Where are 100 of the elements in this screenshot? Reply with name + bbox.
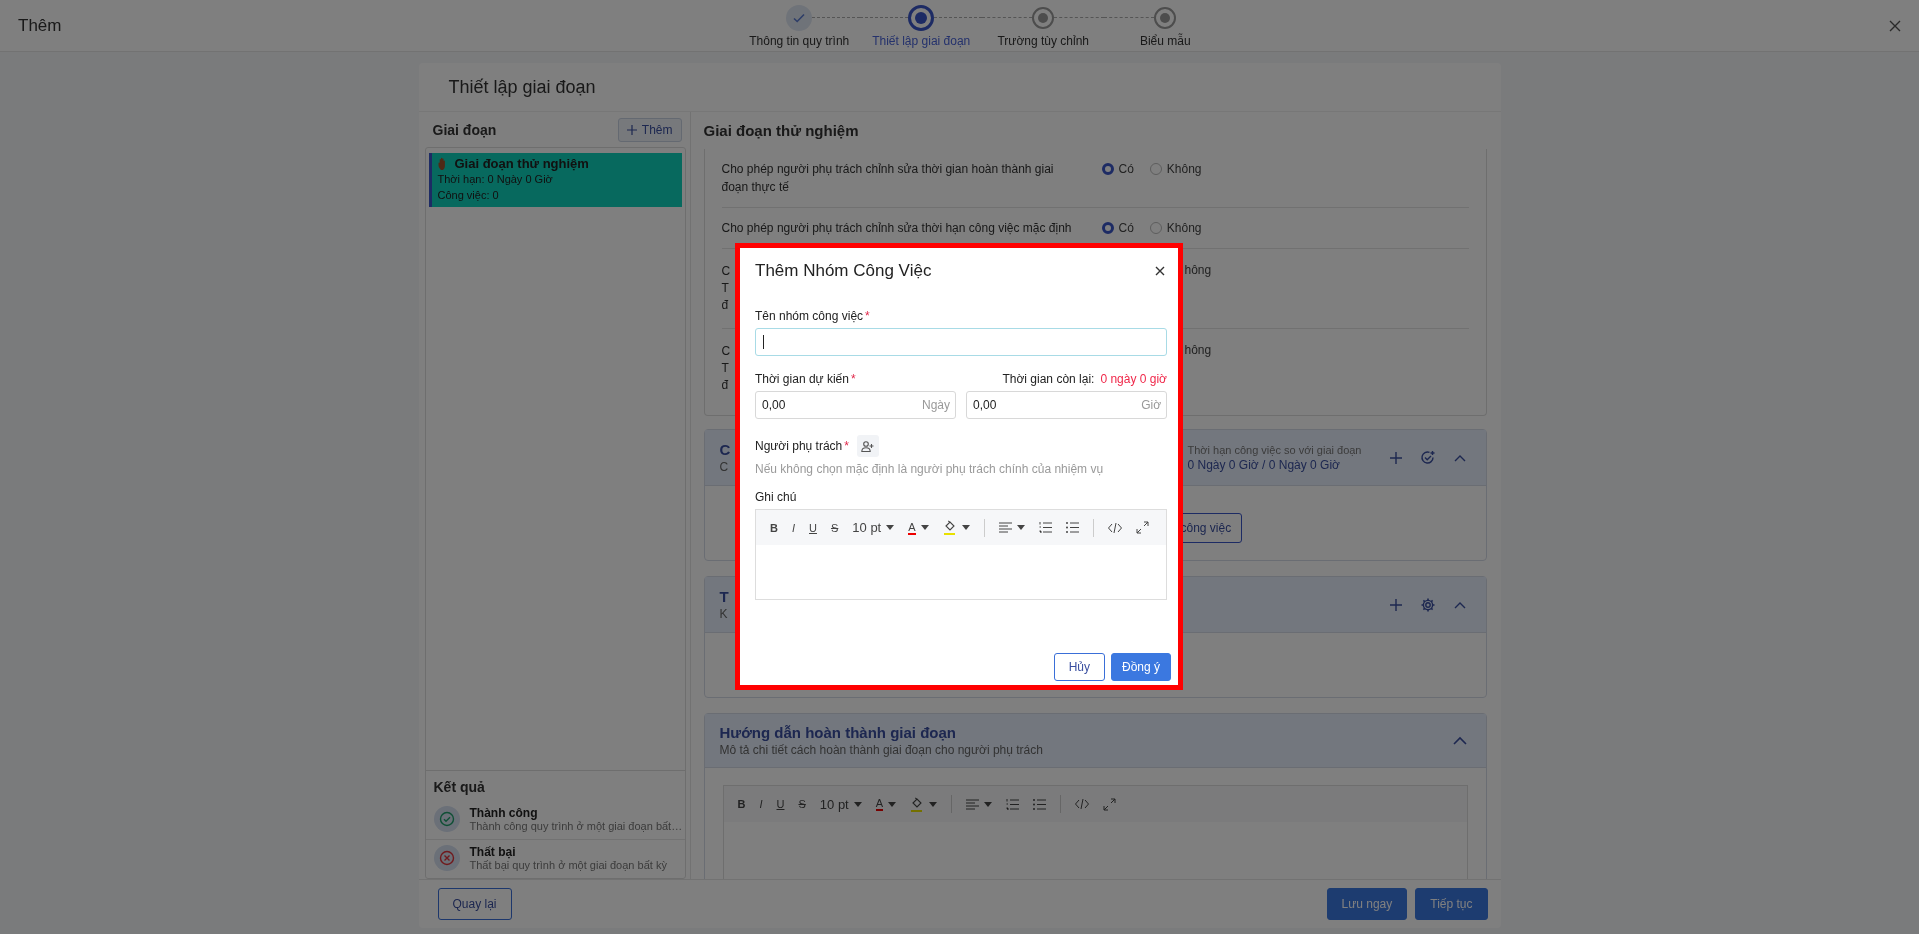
setting-label: Cho phép người phụ trách chỉnh sửa thời gian hoàn thành giai đoạn thực tế xyxy=(721,161,1055,196)
step-indicator[interactable] xyxy=(1032,6,1055,29)
required-mark: * xyxy=(850,372,856,386)
strikethrough-button[interactable]: S xyxy=(824,515,845,540)
text-color-button[interactable]: A xyxy=(869,792,903,816)
paint-bucket-icon xyxy=(942,520,957,535)
field-label: Thời gian dự kiến xyxy=(755,372,849,386)
section-subtitle: C xyxy=(719,460,729,474)
radio-label[interactable]: Không xyxy=(1166,162,1202,176)
caret-icon xyxy=(920,525,929,530)
result-description: Thất bại quy trình ở một giai đoạn bất kỳ xyxy=(469,859,667,871)
radio-button[interactable] xyxy=(1149,163,1162,175)
plus-icon xyxy=(626,124,637,135)
result-description: Thành công quy trình ở một giai đoạn bất… xyxy=(469,820,683,832)
section-title: T xyxy=(719,588,729,605)
caret-icon xyxy=(984,801,993,807)
radio-label[interactable]: hông xyxy=(1184,263,1212,277)
save-button[interactable]: Lưu ngay xyxy=(1326,888,1408,920)
result-name: Thành công xyxy=(469,806,539,820)
bold-button[interactable]: B xyxy=(731,792,752,816)
deadline-label: Thời hạn công việc so với giai đoạn xyxy=(1187,443,1362,456)
setting-label: đ xyxy=(721,377,729,394)
confirm-button[interactable]: Đồng ý xyxy=(1110,653,1171,681)
radio-button[interactable] xyxy=(1101,222,1114,234)
radio-button[interactable] xyxy=(1149,222,1162,234)
check-plus-icon xyxy=(1419,449,1436,466)
radio-label[interactable]: Có xyxy=(1118,221,1134,235)
field-hint: Nếu không chọn mặc định là người phụ trách chính của nhiệm vụ xyxy=(755,461,1105,478)
chevron-icon xyxy=(1453,600,1466,609)
results-title: Kết quả xyxy=(432,779,486,797)
radio-label[interactable]: hông xyxy=(1184,343,1212,357)
add-assignee-button[interactable] xyxy=(856,435,879,457)
caret-icon xyxy=(886,525,895,530)
setting-label: C xyxy=(721,263,731,280)
setting-label: đ xyxy=(721,297,729,314)
required-mark: * xyxy=(865,309,870,323)
code-icon xyxy=(1107,521,1122,534)
caret-icon xyxy=(1016,525,1025,530)
stage-name: Giai đoạn thử nghiệm xyxy=(454,156,589,171)
expand-icon xyxy=(1135,521,1149,534)
plus-icon xyxy=(1389,451,1402,464)
font-size-select[interactable]: 10 pt xyxy=(813,792,868,816)
caret-icon xyxy=(929,801,938,807)
bold-button[interactable]: B xyxy=(764,515,784,540)
numbered-list-icon xyxy=(1006,798,1020,810)
radio-label[interactable]: Có xyxy=(1118,162,1134,176)
step-label[interactable]: Trường tùy chỉnh xyxy=(997,33,1089,48)
radio-button[interactable] xyxy=(1101,163,1114,175)
stage-title: Giai đoạn thử nghiệm xyxy=(703,122,859,139)
add-user-icon xyxy=(861,440,875,452)
step-indicator[interactable] xyxy=(1154,6,1177,29)
cancel-button[interactable]: Hủy xyxy=(1053,653,1105,681)
font-size-select[interactable]: 10 pt xyxy=(846,515,901,540)
next-button[interactable]: Tiếp tục xyxy=(1415,888,1488,920)
italic-button[interactable]: I xyxy=(753,792,769,816)
step-label[interactable]: Thông tin quy trình xyxy=(749,33,850,48)
input-field[interactable] xyxy=(755,328,1167,356)
add-button[interactable]: Thêm xyxy=(617,117,682,142)
bullet-list-icon xyxy=(1065,522,1079,533)
rich-text-editor[interactable]: B I U S 10 pt A xyxy=(722,785,1468,879)
result-name: Thất bại xyxy=(469,845,517,859)
step-label[interactable]: Thiết lập giai đoạn xyxy=(872,33,971,48)
section-title: C xyxy=(719,441,731,458)
field-label: Người phụ trách xyxy=(755,439,843,453)
setting-label: T xyxy=(721,360,729,377)
chevron-icon xyxy=(1453,453,1466,462)
numbered-list-icon xyxy=(1038,522,1052,533)
text-color-button[interactable]: A xyxy=(902,515,935,540)
step-label[interactable]: Biểu mẫu xyxy=(1139,33,1191,48)
paint-bucket-icon xyxy=(910,796,925,812)
underline-button[interactable]: U xyxy=(803,515,823,540)
setting-label: C xyxy=(721,343,731,360)
align-left-icon xyxy=(966,798,980,810)
underline-button[interactable]: U xyxy=(770,792,791,816)
check-circle-icon xyxy=(433,806,460,832)
strikethrough-button[interactable]: S xyxy=(792,792,812,816)
italic-button[interactable]: I xyxy=(785,515,801,540)
window-title: Thêm xyxy=(18,15,62,36)
step-indicator[interactable] xyxy=(908,4,935,31)
section-subtitle: Mô tả chi tiết cách hoàn thành giai đoạn cho người phụ trách xyxy=(719,743,1043,757)
caret-icon xyxy=(961,525,970,530)
radio-label[interactable]: Không xyxy=(1166,221,1202,235)
close-icon xyxy=(1155,265,1165,276)
stage-duration: Thời hạn: 0 Ngày 0 Giờ xyxy=(437,172,554,187)
step-indicator[interactable] xyxy=(786,4,813,31)
stage-task-count: Công việc: 0 xyxy=(437,188,500,203)
close-icon xyxy=(1889,19,1901,32)
rich-text-editor[interactable]: B I U S 10 pt A xyxy=(755,509,1167,600)
field-label: Tên nhóm công việc xyxy=(755,309,864,323)
unit-label: Ngày xyxy=(922,398,950,412)
field-label: Ghi chú xyxy=(755,490,797,504)
caret-icon xyxy=(853,801,862,807)
stage-item[interactable]: Giai đoạn thử nghiệm Thời hạn: 0 Ngày 0 Giờ Công việc: 0 xyxy=(428,153,682,207)
bullet-list-icon xyxy=(1033,798,1047,810)
deadline-value: 0 Ngày 0 Giờ / 0 Ngày 0 Giờ xyxy=(1187,457,1341,472)
required-mark: * xyxy=(844,439,849,453)
code-icon xyxy=(1075,798,1090,810)
page-title: Thiết lập giai đoạn xyxy=(448,76,596,98)
back-button[interactable]: Quay lại xyxy=(437,888,512,920)
remaining-time-label: Thời gian còn lại: xyxy=(1002,372,1095,386)
